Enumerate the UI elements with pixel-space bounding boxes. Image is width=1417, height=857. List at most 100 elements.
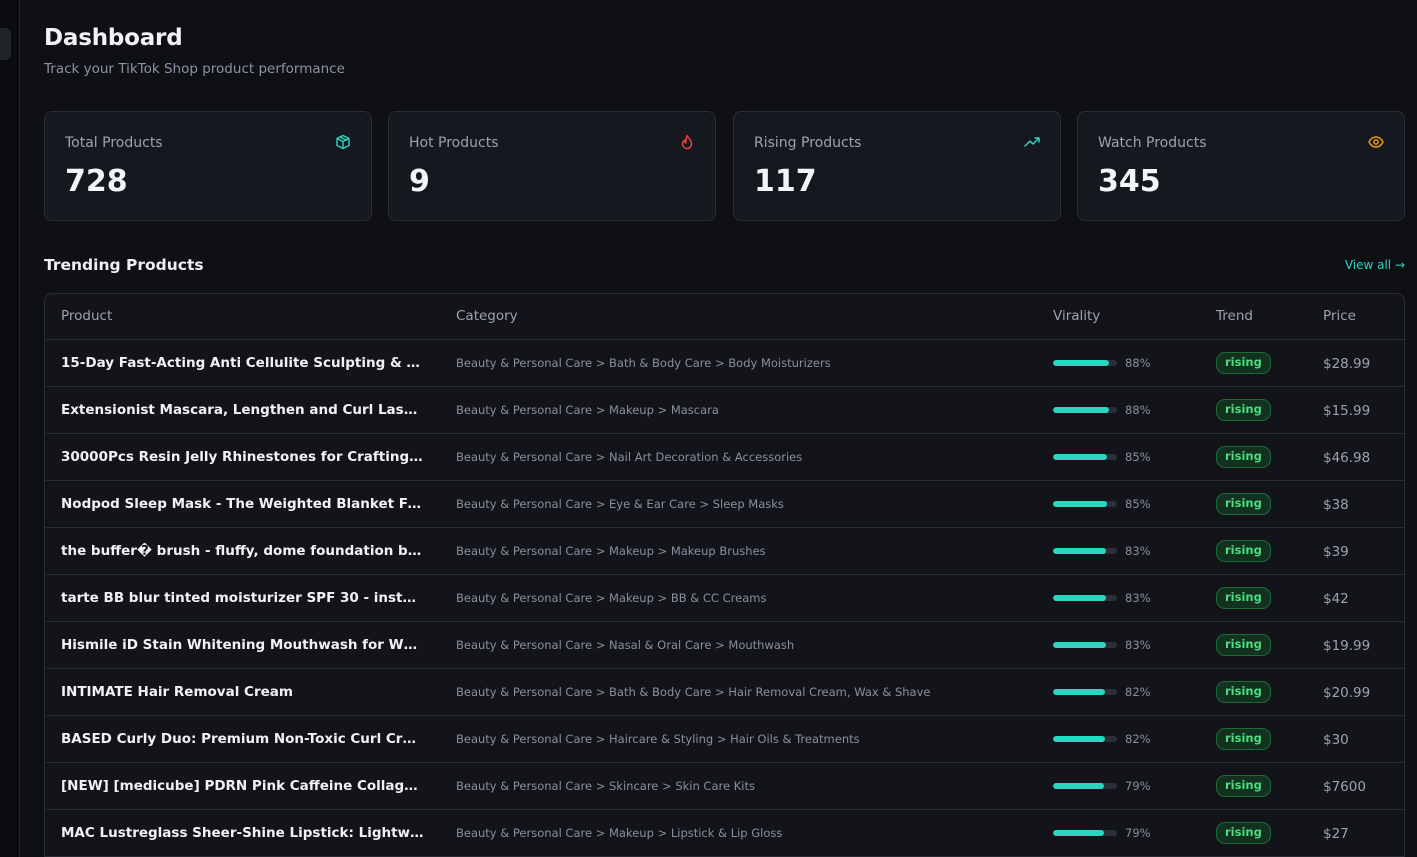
stat-card-total: Total Products 728 bbox=[44, 111, 372, 221]
virality-bar bbox=[1053, 453, 1117, 460]
virality-bar bbox=[1053, 547, 1117, 554]
product-name[interactable]: BASED Curly Duo: Premium Non-Toxic Curl … bbox=[61, 731, 425, 747]
table-row[interactable]: 30000Pcs Resin Jelly Rhinestones for Cra… bbox=[45, 433, 1404, 480]
category-path: Beauty & Personal Care > Makeup > Lipsti… bbox=[456, 825, 783, 840]
stats-row: Total Products 728 Hot Products 9 Rising… bbox=[44, 111, 1405, 221]
price-cell: $42 bbox=[1307, 574, 1404, 621]
price: $19.99 bbox=[1323, 638, 1371, 654]
category-path: Beauty & Personal Care > Skincare > Skin… bbox=[456, 778, 755, 793]
price: $39 bbox=[1323, 544, 1349, 560]
view-all-link[interactable]: View all → bbox=[1345, 258, 1405, 272]
trend-cell: rising bbox=[1200, 668, 1307, 715]
virality-bar bbox=[1053, 829, 1117, 836]
virality-cell: 82% bbox=[1037, 668, 1200, 715]
price: $27 bbox=[1323, 826, 1349, 842]
table-row[interactable]: BASED Curly Duo: Premium Non-Toxic Curl … bbox=[45, 715, 1404, 762]
table-row[interactable]: [NEW] [medicube] PDRN Pink Caffeine Coll… bbox=[45, 762, 1404, 809]
trend-badge: rising bbox=[1216, 352, 1271, 374]
virality-cell: 79% bbox=[1037, 762, 1200, 809]
column-header-price[interactable]: Price bbox=[1307, 294, 1404, 340]
table-body: 15-Day Fast-Acting Anti Cellulite Sculpt… bbox=[45, 339, 1404, 856]
virality-bar-fill bbox=[1053, 829, 1104, 836]
box-icon bbox=[335, 134, 351, 150]
stat-value: 9 bbox=[409, 164, 430, 199]
price: $38 bbox=[1323, 497, 1349, 513]
product-name[interactable]: Nodpod Sleep Mask - The Weighted Blanket… bbox=[61, 496, 425, 512]
product-cell: 15-Day Fast-Acting Anti Cellulite Sculpt… bbox=[45, 339, 440, 386]
table-row[interactable]: MAC Lustreglass Sheer-Shine Lipstick: Li… bbox=[45, 809, 1404, 856]
trend-badge: rising bbox=[1216, 540, 1271, 562]
trend-badge: rising bbox=[1216, 587, 1271, 609]
stat-label: Watch Products bbox=[1098, 135, 1207, 151]
virality-cell: 85% bbox=[1037, 480, 1200, 527]
section-title: Trending Products bbox=[44, 256, 204, 274]
category-path: Beauty & Personal Care > Nasal & Oral Ca… bbox=[456, 637, 795, 652]
category-path: Beauty & Personal Care > Makeup > Makeup… bbox=[456, 543, 766, 558]
price: $28.99 bbox=[1323, 356, 1371, 372]
table-row[interactable]: Hismile iD Stain Whitening Mouthwash for… bbox=[45, 621, 1404, 668]
virality-bar bbox=[1053, 500, 1117, 507]
product-name[interactable]: 15-Day Fast-Acting Anti Cellulite Sculpt… bbox=[61, 355, 425, 371]
category-cell: Beauty & Personal Care > Bath & Body Car… bbox=[440, 339, 1037, 386]
category-path: Beauty & Personal Care > Bath & Body Car… bbox=[456, 684, 931, 699]
virality-bar-fill bbox=[1053, 500, 1108, 507]
product-name[interactable]: 30000Pcs Resin Jelly Rhinestones for Cra… bbox=[61, 449, 425, 465]
table-row[interactable]: the buffer� brush - fluffy, dome foundat… bbox=[45, 527, 1404, 574]
virality-bar-fill bbox=[1053, 359, 1110, 366]
product-cell: [NEW] [medicube] PDRN Pink Caffeine Coll… bbox=[45, 762, 440, 809]
product-name[interactable]: INTIMATE Hair Removal Cream bbox=[61, 684, 425, 700]
virality-percent: 83% bbox=[1125, 590, 1151, 605]
virality-bar bbox=[1053, 735, 1117, 742]
product-name[interactable]: Extensionist Mascara, Lengthen and Curl … bbox=[61, 402, 425, 418]
product-name[interactable]: the buffer� brush - fluffy, dome foundat… bbox=[61, 543, 425, 559]
table-row[interactable]: 15-Day Fast-Acting Anti Cellulite Sculpt… bbox=[45, 339, 1404, 386]
virality-bar-fill bbox=[1053, 547, 1107, 554]
product-name[interactable]: MAC Lustreglass Sheer-Shine Lipstick: Li… bbox=[61, 825, 425, 841]
product-cell: INTIMATE Hair Removal Cream bbox=[45, 668, 440, 715]
product-name[interactable]: tarte BB blur tinted moisturizer SPF 30 … bbox=[61, 590, 425, 606]
stat-value: 117 bbox=[754, 164, 817, 199]
trend-cell: rising bbox=[1200, 762, 1307, 809]
price: $20.99 bbox=[1323, 685, 1371, 701]
stat-value: 345 bbox=[1098, 164, 1161, 199]
stat-value: 728 bbox=[65, 164, 128, 199]
trend-cell: rising bbox=[1200, 809, 1307, 856]
column-header-trend[interactable]: Trend bbox=[1200, 294, 1307, 340]
trend-cell: rising bbox=[1200, 527, 1307, 574]
price: $42 bbox=[1323, 591, 1349, 607]
price-cell: $7600 bbox=[1307, 762, 1404, 809]
stat-label: Total Products bbox=[65, 135, 163, 151]
category-path: Beauty & Personal Care > Makeup > Mascar… bbox=[456, 402, 719, 417]
table-row[interactable]: Extensionist Mascara, Lengthen and Curl … bbox=[45, 386, 1404, 433]
virality-cell: 82% bbox=[1037, 715, 1200, 762]
trend-cell: rising bbox=[1200, 339, 1307, 386]
sidebar-active-indicator[interactable] bbox=[0, 28, 11, 60]
table-row[interactable]: Nodpod Sleep Mask - The Weighted Blanket… bbox=[45, 480, 1404, 527]
table-row[interactable]: INTIMATE Hair Removal Cream Beauty & Pers… bbox=[45, 668, 1404, 715]
flame-icon bbox=[679, 134, 695, 150]
stat-card-watch: Watch Products 345 bbox=[1077, 111, 1405, 221]
product-name[interactable]: Hismile iD Stain Whitening Mouthwash for… bbox=[61, 637, 425, 653]
column-header-virality[interactable]: Virality bbox=[1037, 294, 1200, 340]
column-header-category[interactable]: Category bbox=[440, 294, 1037, 340]
table-row[interactable]: tarte BB blur tinted moisturizer SPF 30 … bbox=[45, 574, 1404, 621]
product-cell: Extensionist Mascara, Lengthen and Curl … bbox=[45, 386, 440, 433]
price-cell: $39 bbox=[1307, 527, 1404, 574]
price-cell: $19.99 bbox=[1307, 621, 1404, 668]
page-title: Dashboard bbox=[44, 25, 183, 51]
product-cell: the buffer� brush - fluffy, dome foundat… bbox=[45, 527, 440, 574]
trend-cell: rising bbox=[1200, 715, 1307, 762]
category-cell: Beauty & Personal Care > Makeup > Lipsti… bbox=[440, 809, 1037, 856]
virality-cell: 88% bbox=[1037, 339, 1200, 386]
stat-label: Hot Products bbox=[409, 135, 499, 151]
virality-percent: 79% bbox=[1125, 825, 1151, 840]
virality-cell: 83% bbox=[1037, 527, 1200, 574]
virality-bar-fill bbox=[1053, 641, 1107, 648]
stat-label: Rising Products bbox=[754, 135, 862, 151]
column-header-product[interactable]: Product bbox=[45, 294, 440, 340]
page-subtitle: Track your TikTok Shop product performan… bbox=[44, 61, 345, 77]
category-path: Beauty & Personal Care > Eye & Ear Care … bbox=[456, 496, 784, 511]
trend-badge: rising bbox=[1216, 446, 1271, 468]
trending-table: Product Category Virality Trend Price 15… bbox=[44, 293, 1405, 857]
product-name[interactable]: [NEW] [medicube] PDRN Pink Caffeine Coll… bbox=[61, 778, 425, 794]
